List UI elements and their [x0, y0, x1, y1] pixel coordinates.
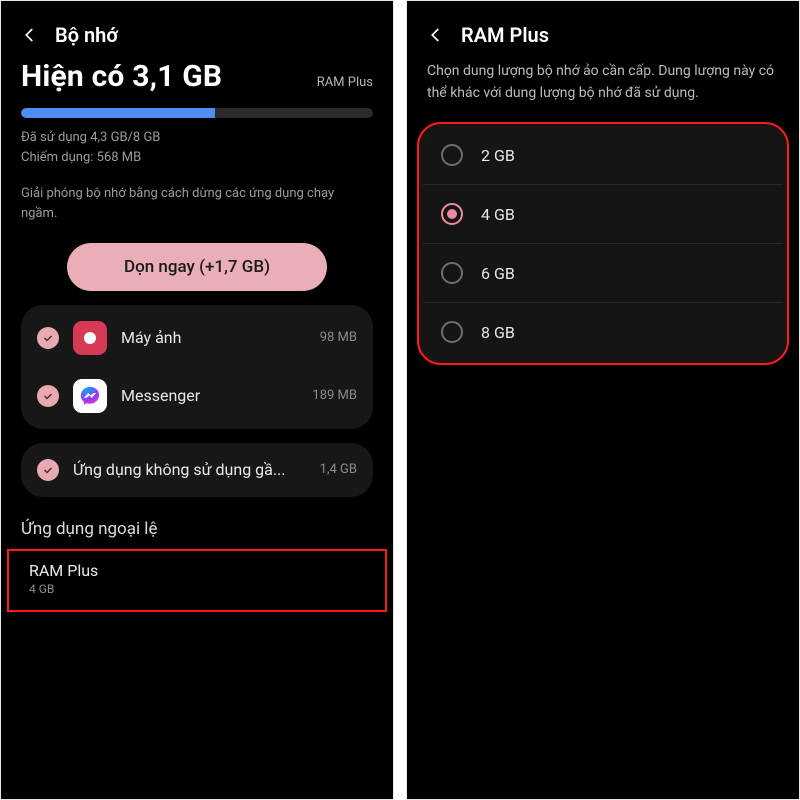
page-title: Bộ nhớ [55, 23, 118, 47]
hint-text: Giải phóng bộ nhớ bằng cách dừng các ứng… [21, 184, 373, 224]
exceptions-heading: Ứng dụng ngoại lệ [1, 497, 393, 545]
back-icon[interactable] [19, 24, 41, 46]
ram-option-8gb[interactable]: 8 GB [423, 302, 783, 361]
app-size: 98 MB [320, 330, 357, 345]
ram-plus-value: 4 GB [29, 582, 365, 596]
occupied-line: Chiếm dụng: 568 MB [21, 148, 373, 168]
header: Bộ nhớ [1, 1, 393, 59]
usage-bar [21, 108, 373, 118]
app-size: 189 MB [312, 388, 357, 403]
ram-plus-screen: RAM Plus Chọn dung lượng bộ nhớ ảo cần c… [406, 0, 800, 800]
app-row[interactable]: Messenger 189 MB [21, 367, 373, 425]
app-name: Ứng dụng không sử dụng gầ... [73, 460, 306, 479]
ram-plus-title: RAM Plus [29, 561, 365, 580]
check-icon[interactable] [37, 459, 59, 481]
ram-option-6gb[interactable]: 6 GB [423, 243, 783, 302]
ram-option-4gb[interactable]: 4 GB [423, 184, 783, 243]
app-row[interactable]: Ứng dụng không sử dụng gầ... 1,4 GB [21, 447, 373, 493]
ram-option-2gb[interactable]: 2 GB [423, 126, 783, 184]
camera-icon [73, 321, 107, 355]
radio-icon[interactable] [441, 144, 463, 166]
app-list: Máy ảnh 98 MB Messenger 189 MB [21, 305, 373, 429]
available-row: Hiện có 3,1 GB RAM Plus [21, 59, 373, 94]
check-icon[interactable] [37, 327, 59, 349]
option-label: 6 GB [481, 264, 515, 283]
option-label: 4 GB [481, 205, 515, 224]
radio-icon[interactable] [441, 203, 463, 225]
back-icon[interactable] [425, 24, 447, 46]
check-icon[interactable] [37, 385, 59, 407]
description: Chọn dung lượng bộ nhớ ảo cần cấp. Dung … [407, 59, 799, 114]
messenger-icon [73, 379, 107, 413]
radio-icon[interactable] [441, 262, 463, 284]
header: RAM Plus [407, 1, 799, 59]
app-name: Messenger [121, 386, 298, 405]
option-label: 8 GB [481, 323, 515, 342]
radio-icon[interactable] [441, 321, 463, 343]
unused-apps-card: Ứng dụng không sử dụng gầ... 1,4 GB [21, 443, 373, 497]
available-label: Hiện có 3,1 GB [21, 59, 222, 94]
option-label: 2 GB [481, 146, 515, 165]
app-row[interactable]: Máy ảnh 98 MB [21, 309, 373, 367]
usage-bar-fill [21, 108, 215, 118]
app-name: Máy ảnh [121, 328, 306, 347]
clean-now-button[interactable]: Dọn ngay (+1,7 GB) [67, 243, 327, 291]
page-title: RAM Plus [461, 23, 549, 47]
ram-plus-row[interactable]: RAM Plus 4 GB [7, 549, 387, 612]
memory-screen: Bộ nhớ Hiện có 3,1 GB RAM Plus Đã sử dụn… [0, 0, 394, 800]
ram-options: 2 GB 4 GB 6 GB 8 GB [417, 122, 789, 365]
ramplus-tag: RAM Plus [317, 75, 373, 94]
used-line: Đã sử dụng 4,3 GB/8 GB [21, 128, 373, 148]
app-size: 1,4 GB [320, 462, 357, 477]
